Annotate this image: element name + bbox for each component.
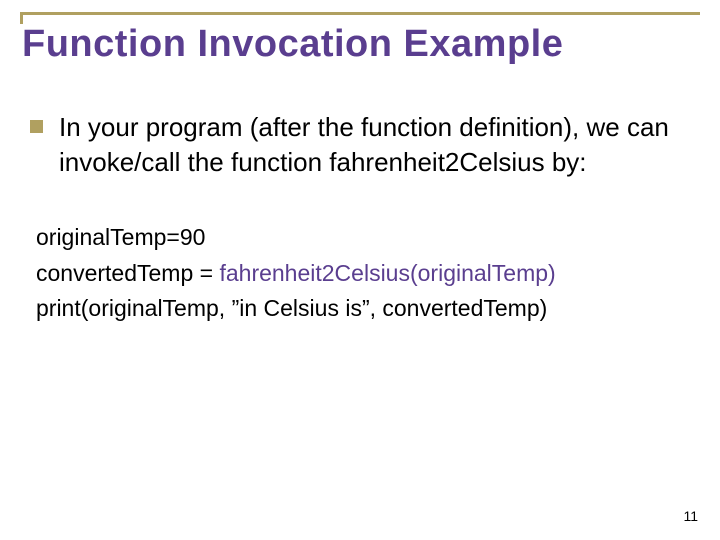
title-area: Function Invocation Example [20,12,700,66]
square-bullet-icon [30,120,43,133]
function-call: fahrenheit2Celsius(originalTemp) [219,260,555,286]
page-title: Function Invocation Example [20,19,700,66]
code-line-2: convertedTemp = fahrenheit2Celsius(origi… [36,256,690,292]
title-rule-tick [20,12,23,24]
bullet-text: In your program (after the function defi… [59,110,690,180]
title-rule [20,12,700,15]
code-line-1: originalTemp=90 [36,220,690,256]
bullet-item: In your program (after the function defi… [30,110,690,180]
slide: Function Invocation Example In your prog… [0,0,720,540]
page-number: 11 [683,508,698,524]
code-line-3: print(originalTemp, ”in Celsius is”, con… [36,291,690,327]
code-block: originalTemp=90 convertedTemp = fahrenhe… [36,220,690,327]
body: In your program (after the function defi… [30,110,690,327]
code-line-2-lhs: convertedTemp = [36,260,219,286]
